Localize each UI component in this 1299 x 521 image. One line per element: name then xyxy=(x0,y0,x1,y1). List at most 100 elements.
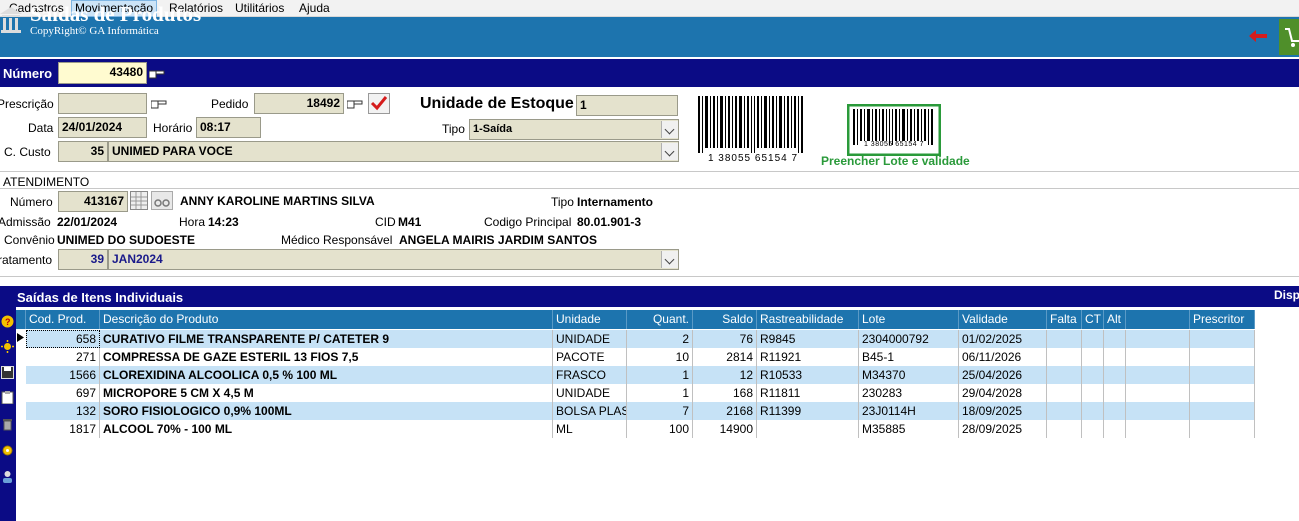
cell-lote[interactable]: M34370 xyxy=(859,366,959,384)
cell-saldo[interactable]: 12 xyxy=(693,366,757,384)
cell-cod-prod[interactable]: 1817 xyxy=(26,420,100,438)
table-cell-empty[interactable] xyxy=(1104,384,1126,402)
prescricao-field[interactable] xyxy=(58,93,147,114)
hand-pointer-icon[interactable] xyxy=(151,98,167,110)
cell-rastreabilidade[interactable]: R11921 xyxy=(757,348,859,366)
table-cell-empty[interactable] xyxy=(1190,348,1255,366)
table-cell-empty[interactable] xyxy=(1082,366,1104,384)
back-arrow-icon[interactable] xyxy=(1249,30,1267,42)
cell-cod-prod[interactable]: 697 xyxy=(26,384,100,402)
cell-validade[interactable]: 25/04/2026 xyxy=(959,366,1047,384)
col-descricao[interactable]: Descrição do Produto xyxy=(100,310,553,329)
cell-lote[interactable]: 23J0114H xyxy=(859,402,959,420)
table-cell-empty[interactable] xyxy=(1104,420,1126,438)
menu-utilitarios[interactable]: Utilitários xyxy=(232,0,287,17)
cell-saldo[interactable]: 14900 xyxy=(693,420,757,438)
cell-unidade[interactable]: UNIDADE xyxy=(553,384,627,402)
horario-field[interactable]: 08:17 xyxy=(196,117,261,138)
table-cell-empty[interactable] xyxy=(1047,348,1082,366)
cell-saldo[interactable]: 2168 xyxy=(693,402,757,420)
clipboard-icon[interactable] xyxy=(1,391,14,404)
cell-saldo[interactable]: 168 xyxy=(693,384,757,402)
cell-quant[interactable]: 1 xyxy=(627,384,693,402)
cell-saldo[interactable]: 76 xyxy=(693,330,757,348)
cell-quant[interactable]: 100 xyxy=(627,420,693,438)
custo-select[interactable]: UNIMED PARA VOCE xyxy=(108,141,679,162)
cell-cod-prod[interactable]: 271 xyxy=(26,348,100,366)
cell-descricao[interactable]: CLOREXIDINA ALCOOLICA 0,5 % 100 ML xyxy=(100,366,553,384)
cell-cod-prod[interactable]: 658 xyxy=(26,330,100,348)
table-cell-empty[interactable] xyxy=(1047,384,1082,402)
table-cell-empty[interactable] xyxy=(1126,420,1190,438)
table-cell-empty[interactable] xyxy=(1082,330,1104,348)
table-cell-empty[interactable] xyxy=(1104,366,1126,384)
hand-pointer-icon[interactable] xyxy=(149,68,165,80)
cell-validade[interactable]: 18/09/2025 xyxy=(959,402,1047,420)
cell-unidade[interactable]: UNIDADE xyxy=(553,330,627,348)
table-cell-empty[interactable] xyxy=(1126,330,1190,348)
cell-rastreabilidade[interactable]: R11399 xyxy=(757,402,859,420)
cell-validade[interactable]: 28/09/2025 xyxy=(959,420,1047,438)
cell-quant[interactable]: 2 xyxy=(627,330,693,348)
cell-lote[interactable]: B45-1 xyxy=(859,348,959,366)
col-unidade[interactable]: Unidade xyxy=(553,310,627,329)
tipo-select[interactable]: 1-Saída xyxy=(469,119,679,140)
unidade-estoque-field[interactable]: 1 xyxy=(576,95,678,116)
table-cell-empty[interactable] xyxy=(1047,330,1082,348)
col-validade[interactable]: Validade xyxy=(959,310,1047,329)
col-saldo[interactable]: Saldo xyxy=(693,310,757,329)
col-blank[interactable] xyxy=(1126,310,1190,329)
table-cell-empty[interactable] xyxy=(1190,384,1255,402)
col-cod-prod[interactable]: Cod. Prod. xyxy=(26,310,100,329)
trash-icon[interactable] xyxy=(1,418,14,431)
table-cell-empty[interactable] xyxy=(1104,330,1126,348)
col-alt[interactable]: Alt xyxy=(1104,310,1126,329)
checkmark-icon[interactable] xyxy=(368,93,390,114)
col-lote[interactable]: Lote xyxy=(859,310,959,329)
numero-field[interactable]: 43480 xyxy=(58,62,147,84)
cell-validade[interactable]: 06/11/2026 xyxy=(959,348,1047,366)
table-cell-empty[interactable] xyxy=(1126,384,1190,402)
calendar-icon[interactable] xyxy=(130,191,148,210)
col-ct[interactable]: CT xyxy=(1082,310,1104,329)
cell-rastreabilidade[interactable]: R10533 xyxy=(757,366,859,384)
cell-quant[interactable]: 1 xyxy=(627,366,693,384)
data-field[interactable]: 24/01/2024 xyxy=(58,117,147,138)
cell-unidade[interactable]: ML xyxy=(553,420,627,438)
cell-lote[interactable]: M35885 xyxy=(859,420,959,438)
preencher-lote-label[interactable]: Preencher Lote e validade xyxy=(821,154,970,168)
barcode-small-icon[interactable] xyxy=(847,104,941,156)
col-falta[interactable]: Falta xyxy=(1047,310,1082,329)
cell-descricao[interactable]: CURATIVO FILME TRANSPARENTE P/ CATETER 9 xyxy=(100,330,553,348)
person-icon[interactable] xyxy=(1,470,14,483)
cell-quant[interactable]: 10 xyxy=(627,348,693,366)
table-cell-empty[interactable] xyxy=(1047,420,1082,438)
table-cell-empty[interactable] xyxy=(1190,366,1255,384)
cell-saldo[interactable]: 2814 xyxy=(693,348,757,366)
cell-validade[interactable]: 01/02/2025 xyxy=(959,330,1047,348)
save-icon[interactable] xyxy=(1,366,14,379)
table-cell-empty[interactable] xyxy=(1047,366,1082,384)
cell-unidade[interactable]: PACOTE xyxy=(553,348,627,366)
tipo-dropdown-button[interactable] xyxy=(661,121,678,138)
cell-descricao[interactable]: COMPRESSA DE GAZE ESTERIL 13 FIOS 7,5 xyxy=(100,348,553,366)
cell-validade[interactable]: 29/04/2028 xyxy=(959,384,1047,402)
table-cell-empty[interactable] xyxy=(1082,384,1104,402)
table-cell-empty[interactable] xyxy=(1190,402,1255,420)
cell-rastreabilidade[interactable]: R9845 xyxy=(757,330,859,348)
table-cell-empty[interactable] xyxy=(1190,330,1255,348)
cell-lote[interactable]: 230283 xyxy=(859,384,959,402)
binoculars-icon[interactable] xyxy=(151,191,173,210)
cell-lote[interactable]: 2304000792 xyxy=(859,330,959,348)
pedido-field[interactable]: 18492 xyxy=(254,93,344,114)
table-cell-empty[interactable] xyxy=(1126,402,1190,420)
tratamento-code-field[interactable]: 39 xyxy=(58,249,108,270)
tratamento-dropdown-button[interactable] xyxy=(661,251,678,268)
custo-dropdown-button[interactable] xyxy=(661,143,678,160)
table-cell-empty[interactable] xyxy=(1126,366,1190,384)
tratamento-select[interactable]: JAN2024 xyxy=(108,249,679,270)
custo-code-field[interactable]: 35 xyxy=(58,141,108,162)
table-cell-empty[interactable] xyxy=(1104,348,1126,366)
table-cell-empty[interactable] xyxy=(1190,420,1255,438)
help-icon[interactable]: ? xyxy=(1,315,14,328)
